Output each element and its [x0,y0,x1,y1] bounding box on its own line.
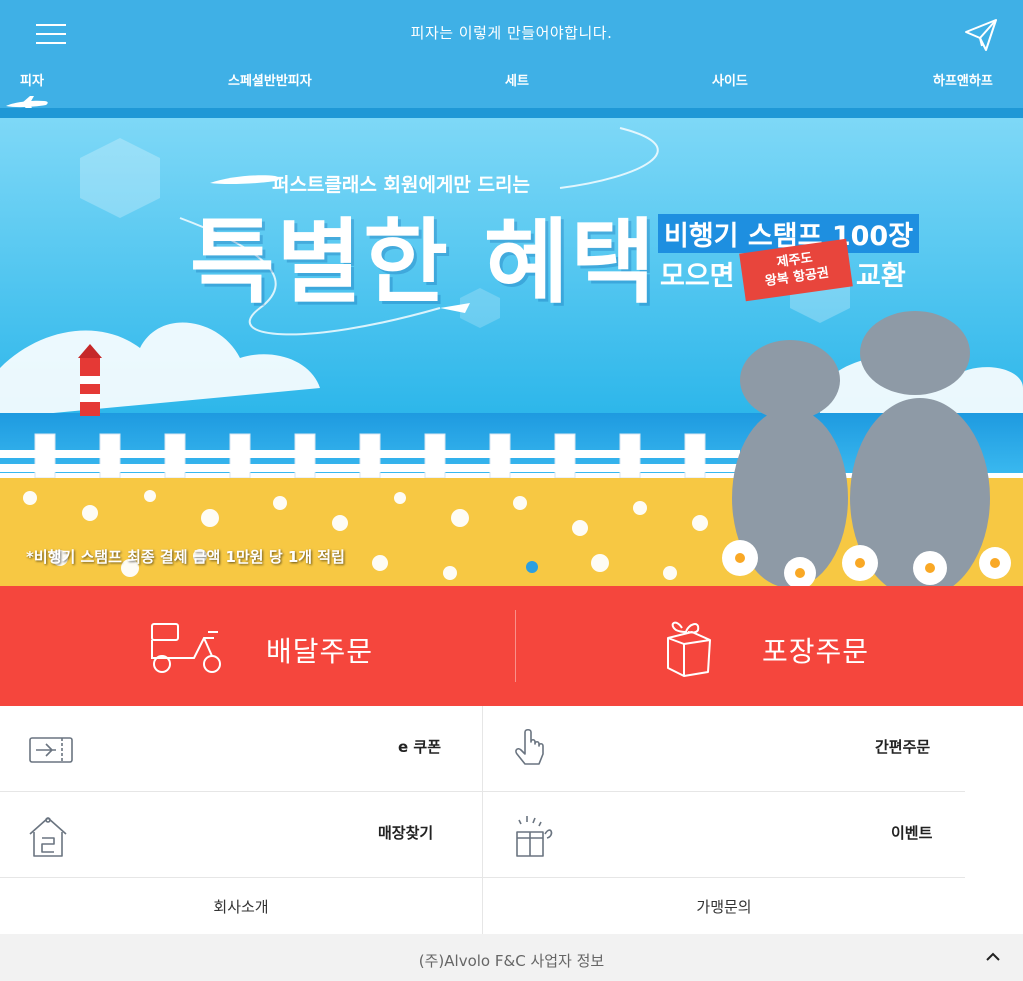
paper-plane-icon[interactable] [962,16,1000,54]
footer-text: (주)Alvolo F&C 사업자 정보 [418,952,605,970]
delivery-order-button[interactable]: 배달주문 [0,586,511,706]
header-strip [0,108,1023,118]
header-title: 피자는 이렇게 만들어야합니다. [410,24,613,42]
event-button[interactable]: 이벤트 [483,792,965,878]
business-info-footer[interactable]: (주)Alvolo F&C 사업자 정보 [0,934,1023,981]
nav-item-set[interactable]: 세트 [505,70,529,89]
delivery-order-label: 배달주문 [266,635,374,668]
carousel-dot[interactable] [526,561,538,573]
nav-item-pizza[interactable]: 피자 [20,70,44,89]
takeout-order-button[interactable]: 포장주문 [516,586,1023,706]
ecoupon-label: e 쿠폰 [398,738,441,756]
nav-item-side[interactable]: 사이드 [712,70,748,89]
store-finder-button[interactable]: 매장찾기 [0,792,482,878]
promo-banner[interactable]: 퍼스트클래스 회원에게만 드리는 특별한 혜택 비행기 스탬프 100장 모으면… [0,118,1023,586]
scooter-icon [151,623,221,673]
store-finder-label: 매장찾기 [378,824,434,842]
hand-pointer-icon [515,728,544,765]
ticket-icon [29,737,73,763]
event-label: 이벤트 [891,824,933,842]
nav-item-special-half[interactable]: 스페셜반반피자 [228,70,312,89]
takeout-order-label: 포장주문 [762,635,870,668]
quick-order-button[interactable]: 간편주문 [483,706,965,792]
category-nav: 피자 스페셜반반피자 세트 사이드 하프앤하프 [0,60,1023,100]
ecoupon-button[interactable]: e 쿠폰 [0,706,482,792]
present-icon [516,816,553,857]
franchise-inquiry-link[interactable]: 가맹문의 [483,878,965,934]
quick-order-label: 간편주문 [875,738,931,756]
company-intro-link[interactable]: 회사소개 [0,878,482,934]
banner-title: 특별한 혜택 [190,209,658,316]
store-icon [29,817,67,857]
top-header: 피자는 이렇게 만들어야합니다. 피자 스페셜반반피자 세트 사이드 하프앤하프 [0,0,1023,113]
nav-item-half-and-half[interactable]: 하프앤하프 [933,70,993,89]
order-bar: 배달주문 포장주문 [0,586,1023,706]
banner-exchange-word: 교환 [856,261,906,292]
banner-collect-word: 모으면 [660,261,735,292]
chevron-up-icon[interactable] [984,948,1002,966]
banner-note: *비행기 스탬프 최종 결제 금액 1만원 당 1개 적립 [26,548,345,566]
gift-box-icon [667,621,711,677]
